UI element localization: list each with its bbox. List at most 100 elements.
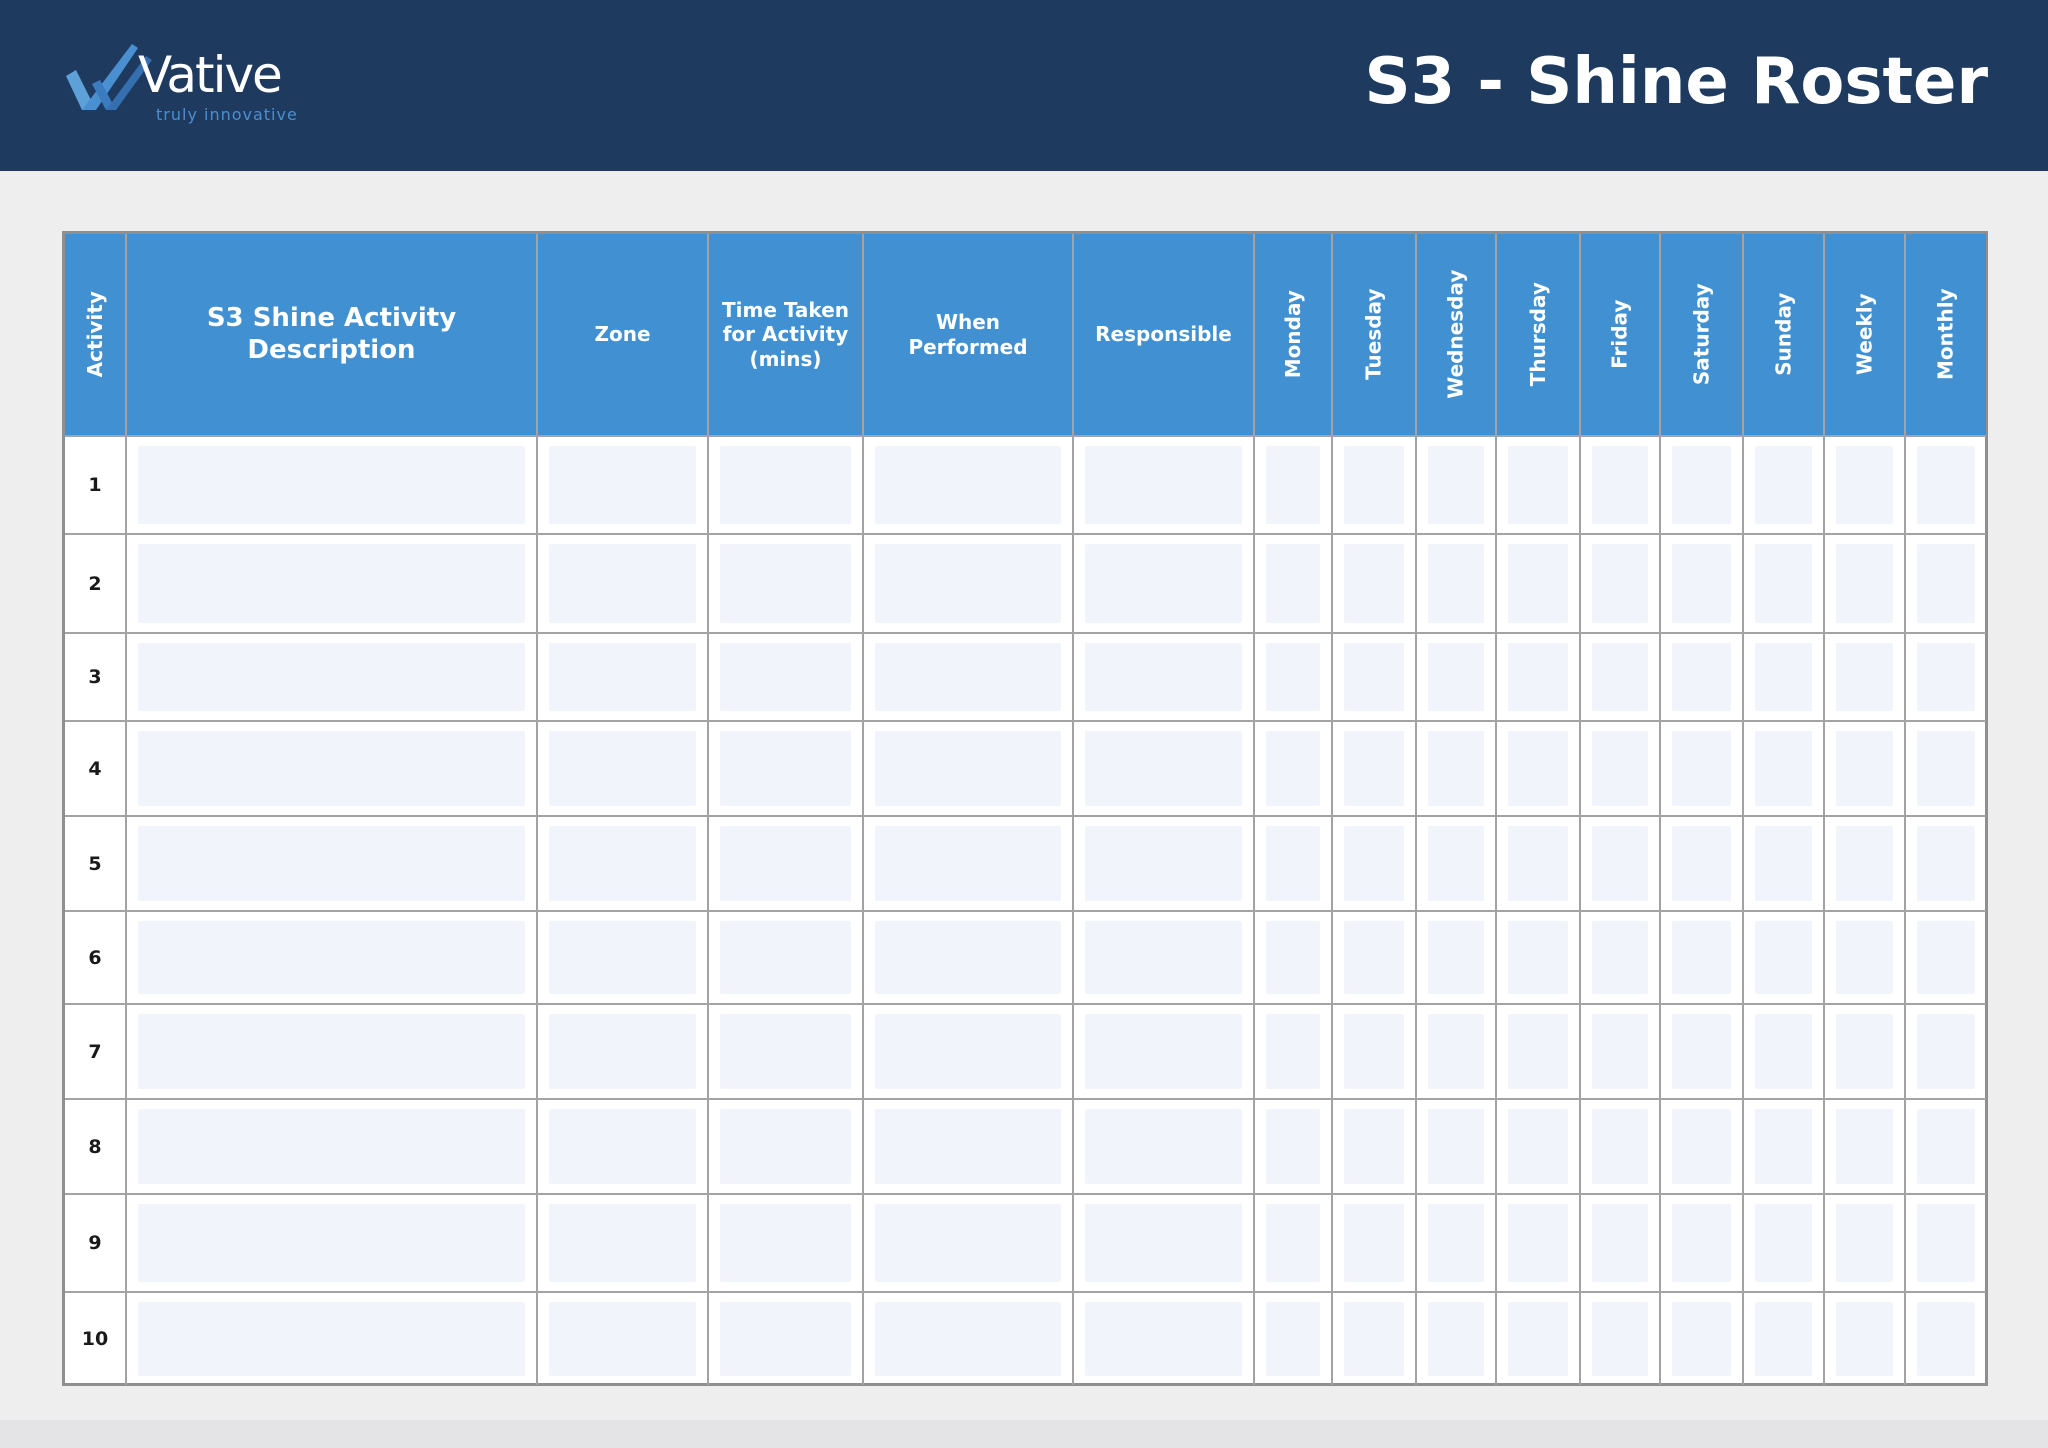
monthly-input-field[interactable] (1917, 1109, 1975, 1184)
when-input-field[interactable] (875, 1302, 1061, 1376)
sunday-input-field[interactable] (1755, 921, 1812, 994)
description-input-field[interactable] (138, 921, 525, 994)
when-input-field[interactable] (875, 826, 1061, 901)
monday-input-field[interactable] (1266, 1204, 1320, 1282)
responsible-input-field[interactable] (1085, 1204, 1242, 1282)
time-input-field[interactable] (720, 643, 851, 711)
zone-input-field[interactable] (549, 1204, 696, 1282)
time-input-field[interactable] (720, 446, 851, 524)
thursday-input-field[interactable] (1508, 1014, 1568, 1089)
time-input-field[interactable] (720, 826, 851, 901)
wednesday-input-field[interactable] (1428, 1109, 1484, 1184)
wednesday-input-field[interactable] (1428, 826, 1484, 901)
monday-input-field[interactable] (1266, 1014, 1320, 1089)
thursday-input-field[interactable] (1508, 921, 1568, 994)
sunday-input-field[interactable] (1755, 1109, 1812, 1184)
tuesday-input-field[interactable] (1344, 1014, 1404, 1089)
friday-input-field[interactable] (1592, 731, 1648, 806)
thursday-input-field[interactable] (1508, 643, 1568, 711)
wednesday-input-field[interactable] (1428, 921, 1484, 994)
monthly-input-field[interactable] (1917, 1014, 1975, 1089)
zone-input-field[interactable] (549, 921, 696, 994)
tuesday-input-field[interactable] (1344, 446, 1404, 524)
thursday-input-field[interactable] (1508, 544, 1568, 623)
saturday-input-field[interactable] (1672, 826, 1731, 901)
monday-input-field[interactable] (1266, 731, 1320, 806)
monthly-input-field[interactable] (1917, 1204, 1975, 1282)
thursday-input-field[interactable] (1508, 826, 1568, 901)
thursday-input-field[interactable] (1508, 446, 1568, 524)
monthly-input-field[interactable] (1917, 921, 1975, 994)
friday-input-field[interactable] (1592, 1014, 1648, 1089)
responsible-input-field[interactable] (1085, 544, 1242, 623)
weekly-input-field[interactable] (1836, 731, 1893, 806)
when-input-field[interactable] (875, 1204, 1061, 1282)
monthly-input-field[interactable] (1917, 446, 1975, 524)
sunday-input-field[interactable] (1755, 826, 1812, 901)
wednesday-input-field[interactable] (1428, 643, 1484, 711)
sunday-input-field[interactable] (1755, 731, 1812, 806)
description-input-field[interactable] (138, 731, 525, 806)
sunday-input-field[interactable] (1755, 1302, 1812, 1376)
saturday-input-field[interactable] (1672, 544, 1731, 623)
friday-input-field[interactable] (1592, 1204, 1648, 1282)
friday-input-field[interactable] (1592, 446, 1648, 524)
description-input-field[interactable] (138, 1204, 525, 1282)
when-input-field[interactable] (875, 921, 1061, 994)
tuesday-input-field[interactable] (1344, 1204, 1404, 1282)
monthly-input-field[interactable] (1917, 1302, 1975, 1376)
saturday-input-field[interactable] (1672, 1014, 1731, 1089)
monday-input-field[interactable] (1266, 826, 1320, 901)
wednesday-input-field[interactable] (1428, 1014, 1484, 1089)
friday-input-field[interactable] (1592, 544, 1648, 623)
time-input-field[interactable] (720, 731, 851, 806)
weekly-input-field[interactable] (1836, 446, 1893, 524)
sunday-input-field[interactable] (1755, 643, 1812, 711)
weekly-input-field[interactable] (1836, 826, 1893, 901)
weekly-input-field[interactable] (1836, 1302, 1893, 1376)
friday-input-field[interactable] (1592, 1109, 1648, 1184)
zone-input-field[interactable] (549, 1109, 696, 1184)
monday-input-field[interactable] (1266, 1302, 1320, 1376)
friday-input-field[interactable] (1592, 826, 1648, 901)
monthly-input-field[interactable] (1917, 731, 1975, 806)
when-input-field[interactable] (875, 1109, 1061, 1184)
tuesday-input-field[interactable] (1344, 1109, 1404, 1184)
friday-input-field[interactable] (1592, 1302, 1648, 1376)
responsible-input-field[interactable] (1085, 731, 1242, 806)
description-input-field[interactable] (138, 544, 525, 623)
monday-input-field[interactable] (1266, 921, 1320, 994)
saturday-input-field[interactable] (1672, 643, 1731, 711)
tuesday-input-field[interactable] (1344, 1302, 1404, 1376)
wednesday-input-field[interactable] (1428, 731, 1484, 806)
wednesday-input-field[interactable] (1428, 1302, 1484, 1376)
saturday-input-field[interactable] (1672, 731, 1731, 806)
wednesday-input-field[interactable] (1428, 544, 1484, 623)
thursday-input-field[interactable] (1508, 731, 1568, 806)
tuesday-input-field[interactable] (1344, 826, 1404, 901)
monday-input-field[interactable] (1266, 643, 1320, 711)
tuesday-input-field[interactable] (1344, 643, 1404, 711)
weekly-input-field[interactable] (1836, 544, 1893, 623)
time-input-field[interactable] (720, 1014, 851, 1089)
when-input-field[interactable] (875, 643, 1061, 711)
when-input-field[interactable] (875, 1014, 1061, 1089)
thursday-input-field[interactable] (1508, 1204, 1568, 1282)
weekly-input-field[interactable] (1836, 643, 1893, 711)
wednesday-input-field[interactable] (1428, 1204, 1484, 1282)
responsible-input-field[interactable] (1085, 643, 1242, 711)
tuesday-input-field[interactable] (1344, 731, 1404, 806)
weekly-input-field[interactable] (1836, 921, 1893, 994)
sunday-input-field[interactable] (1755, 544, 1812, 623)
responsible-input-field[interactable] (1085, 826, 1242, 901)
weekly-input-field[interactable] (1836, 1109, 1893, 1184)
responsible-input-field[interactable] (1085, 1014, 1242, 1089)
thursday-input-field[interactable] (1508, 1302, 1568, 1376)
responsible-input-field[interactable] (1085, 921, 1242, 994)
zone-input-field[interactable] (549, 446, 696, 524)
time-input-field[interactable] (720, 1109, 851, 1184)
friday-input-field[interactable] (1592, 643, 1648, 711)
zone-input-field[interactable] (549, 643, 696, 711)
when-input-field[interactable] (875, 446, 1061, 524)
saturday-input-field[interactable] (1672, 1204, 1731, 1282)
